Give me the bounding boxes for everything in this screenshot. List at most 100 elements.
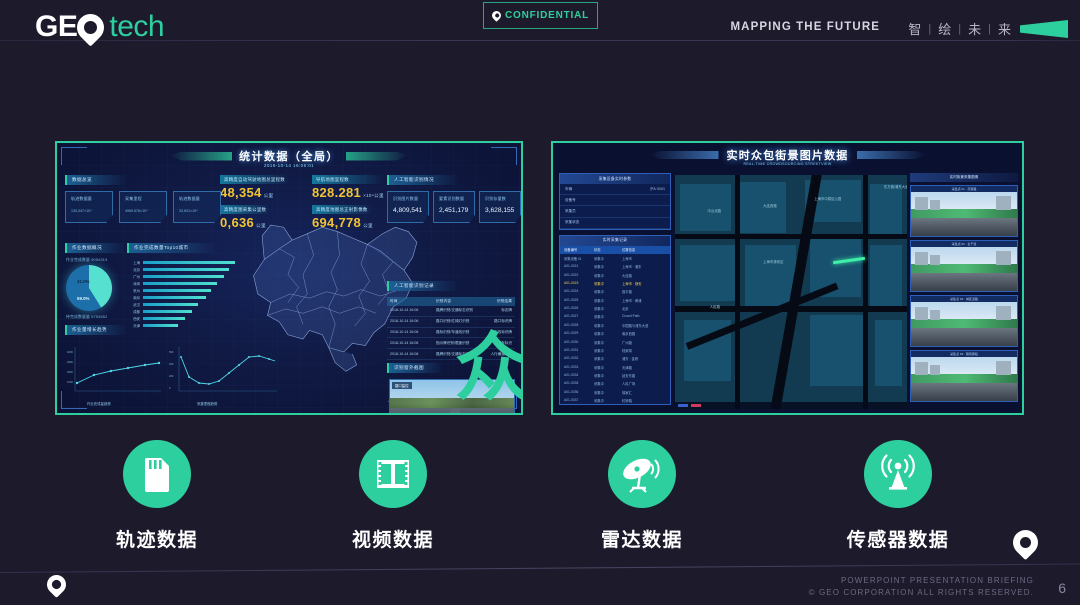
- record-row[interactable]: A01-0023 采集中 上海市 · 静安: [560, 279, 670, 287]
- table-row[interactable]: 2018-10-14 16:06 路牌识别/交通标志识别 标志牌: [387, 306, 515, 317]
- param-row[interactable]: 采集状态: [560, 218, 670, 229]
- section-ai-title: 人工智能识别情况: [387, 175, 459, 185]
- streetview-thumbnails[interactable]: 实时街景采集图像 采集点 01 · 高架路 采集点 02 · 主干道 采集点 03 …: [910, 173, 1018, 409]
- line-chart-right: 500 400 200 0: [169, 347, 277, 392]
- left-dashboard-panel[interactable]: 统计数据（全局） 2018-10-14 16:06:01 高精度自动驾驶地图总里…: [55, 141, 523, 415]
- right-title-row: 实时众包街景图片数据: [553, 147, 1022, 163]
- kpi-nav-map-mileage: 导航地图里程数 828.281 ×10⁴公里: [312, 175, 384, 200]
- cell-device: A01-0021: [564, 264, 579, 269]
- param-label: 采集员: [565, 208, 576, 213]
- ai-card-value: 4,809,541: [393, 207, 423, 214]
- footer-line-1: POWERPOINT PRESENTATION BRIEFING: [841, 576, 1034, 585]
- record-row[interactable]: A01-0027 采集中 Crowd·Path: [560, 313, 670, 321]
- streetview-thumbnail[interactable]: 采集点 03 · 城区道路: [910, 295, 1018, 347]
- record-row[interactable]: A01-0035 采集中 人民广场: [560, 380, 670, 388]
- record-row[interactable]: A01-0037 采集中 虹桥路: [560, 397, 670, 404]
- cell-location: 上海市 · 浦东: [622, 265, 642, 270]
- cell-device: A01-0023: [564, 280, 579, 285]
- record-row[interactable]: A01-0031 采集中 陆家嘴: [560, 346, 670, 354]
- record-row[interactable]: A01-0022 采集中 大连路: [560, 271, 670, 279]
- streetview-thumbnail[interactable]: 采集点 02 · 主干道: [910, 240, 1018, 292]
- collection-records-card[interactable]: 实时采集记录 设备编号 状态 位置信息 采集设备 01 采集中 上海市 A01-002…: [559, 234, 671, 405]
- cell-status: 采集中: [594, 256, 604, 261]
- cell-status: 采集中: [594, 307, 604, 312]
- bar-label: 上海: [133, 261, 140, 265]
- cell-time: 2018-10-14 16:06: [390, 351, 419, 356]
- section-bars-title: 作业完成数量Top10城市: [127, 243, 217, 253]
- bar-row: 杭州: [129, 287, 239, 294]
- category-item-track-data[interactable]: 轨迹数据: [77, 440, 237, 552]
- record-row[interactable]: A01-0025 采集中 上海市 · 黄浦: [560, 296, 670, 304]
- category-item-sensor-data[interactable]: 传感器数据: [818, 440, 978, 552]
- param-row[interactable]: 设备号: [560, 195, 670, 207]
- page-header: GE tech CONFIDENTIAL MAPPING THE FUTURE …: [0, 0, 1080, 58]
- streetview-map[interactable]: 中山北路 大连西路 上海市中原区公园 东方路/浦东大道 上海市静安区 人民路: [675, 175, 907, 409]
- confidential-label: CONFIDENTIAL: [504, 10, 590, 21]
- cell-status: 采集中: [594, 374, 604, 379]
- kpi-hd-map-mileage: 高精度自动驾驶地图总里程数 48,354 公里: [220, 175, 289, 200]
- streetview-thumbnail[interactable]: 采集点 01 · 高架路: [910, 185, 1018, 237]
- cell-status: 采集中: [594, 265, 604, 270]
- col-header-result: 识别结果: [496, 299, 512, 303]
- record-row[interactable]: A01-0024 采集中 昌平路: [560, 288, 670, 296]
- cell-location: 延安东路: [622, 374, 636, 379]
- record-row[interactable]: A01-0029 采集中 南京西路: [560, 330, 670, 338]
- device-params-card: 采集设备实时参数 车辆 沪A·0001 设备号 采集员采集状态: [559, 173, 671, 230]
- svg-text:2000: 2000: [67, 370, 73, 374]
- cell-location: 大连路: [622, 273, 632, 278]
- record-row[interactable]: A01-0036 采集中 徐家汇: [560, 388, 670, 396]
- cell-device: A01-0028: [564, 322, 579, 327]
- category-item-radar-data[interactable]: 雷达数据: [562, 440, 722, 552]
- cell-location: 广州路: [622, 340, 632, 345]
- stat-card-value: 33,831×10⁴: [179, 209, 198, 213]
- section-table-title: 人工智能识别记录: [387, 281, 459, 291]
- stat-card-title: 采集里程: [125, 196, 142, 201]
- record-row[interactable]: A01-0026 采集中 北京: [560, 304, 670, 312]
- cell-location: 浦东 · 金桥: [622, 357, 639, 362]
- bar-row: 上海: [129, 259, 239, 266]
- record-row[interactable]: A01-0021 采集中 上海市 · 浦东: [560, 263, 670, 271]
- record-row[interactable]: A01-0034 采集中 延安东路: [560, 371, 670, 379]
- ai-card: 识别存量数 3,628,155: [479, 191, 521, 223]
- record-row[interactable]: A01-0033 采集中 天津路: [560, 363, 670, 371]
- dashboard-title: 统计数据（全局）: [239, 151, 339, 163]
- road-surface: [911, 382, 1017, 401]
- stat-card-value: 4969.578×10⁴: [125, 209, 148, 213]
- bar-row: 天津: [129, 322, 239, 329]
- category-item-video-data[interactable]: 视频数据: [313, 440, 473, 552]
- header-arrow-icon: [1020, 20, 1068, 38]
- bar-row: 广州: [129, 273, 239, 280]
- param-row[interactable]: 车辆 沪A·0001: [560, 184, 670, 196]
- tagline-separator: |: [928, 22, 933, 35]
- record-row[interactable]: A01-0032 采集中 浦东 · 金桥: [560, 355, 670, 363]
- record-row[interactable]: 采集设备 01 采集中 上海市: [560, 254, 670, 262]
- stat-card: 轨迹数据量 33,831×10⁴: [173, 191, 221, 223]
- device-params-title: 采集设备实时参数: [560, 174, 670, 184]
- statistics-dashboard: 统计数据（全局） 2018-10-14 16:06:01 高精度自动驾驶地图总里…: [57, 143, 521, 413]
- record-row[interactable]: A01-0028 采集中 中国路与浦东大道: [560, 321, 670, 329]
- param-row[interactable]: 采集员: [560, 206, 670, 218]
- right-dashboard-panel[interactable]: 实时众包街景图片数据 REAL-TIME CROWDSOURCING STREE…: [551, 141, 1024, 415]
- streetview-thumbnail[interactable]: 采集点 04 · 隔音屏段: [910, 350, 1018, 402]
- cell-location: 陆家嘴: [622, 348, 632, 353]
- kpi-collect-mileage: 高精度图采集公里数 0,636 公里: [220, 205, 271, 230]
- decorative-pin-icon-left: [43, 571, 70, 598]
- cell-result: 标志牌: [501, 308, 512, 313]
- category-label: 传感器数据: [846, 529, 950, 551]
- ai-card-value: 3,628,155: [485, 207, 515, 214]
- cell-status: 采集中: [594, 323, 604, 328]
- road-surface: [911, 217, 1017, 236]
- record-row[interactable]: A01-0030 采集中 广州路: [560, 338, 670, 346]
- right-dashboard-subtitle: REAL-TIME CROWDSOURCING STREETVIEW: [743, 162, 832, 166]
- confidential-badge: CONFIDENTIAL: [483, 2, 598, 29]
- ai-card-title: 识别图片数量: [393, 196, 419, 201]
- cell-location: 上海市: [622, 256, 632, 261]
- right-sidebar: 采集设备实时参数 车辆 沪A·0001 设备号 采集员 采集状态 实时采集记录 设备编号…: [559, 173, 671, 409]
- dashboard-timestamp: 2018-10-14 16:06:01: [263, 163, 315, 168]
- pie-slice-b-label: 59.0%: [77, 296, 90, 301]
- bar-label: 天津: [133, 324, 140, 328]
- cell-device: A01-0037: [564, 398, 579, 403]
- cell-status: 采集中: [594, 298, 604, 303]
- bar-label: 北京: [133, 268, 140, 272]
- col-header-time: 时间: [390, 299, 398, 303]
